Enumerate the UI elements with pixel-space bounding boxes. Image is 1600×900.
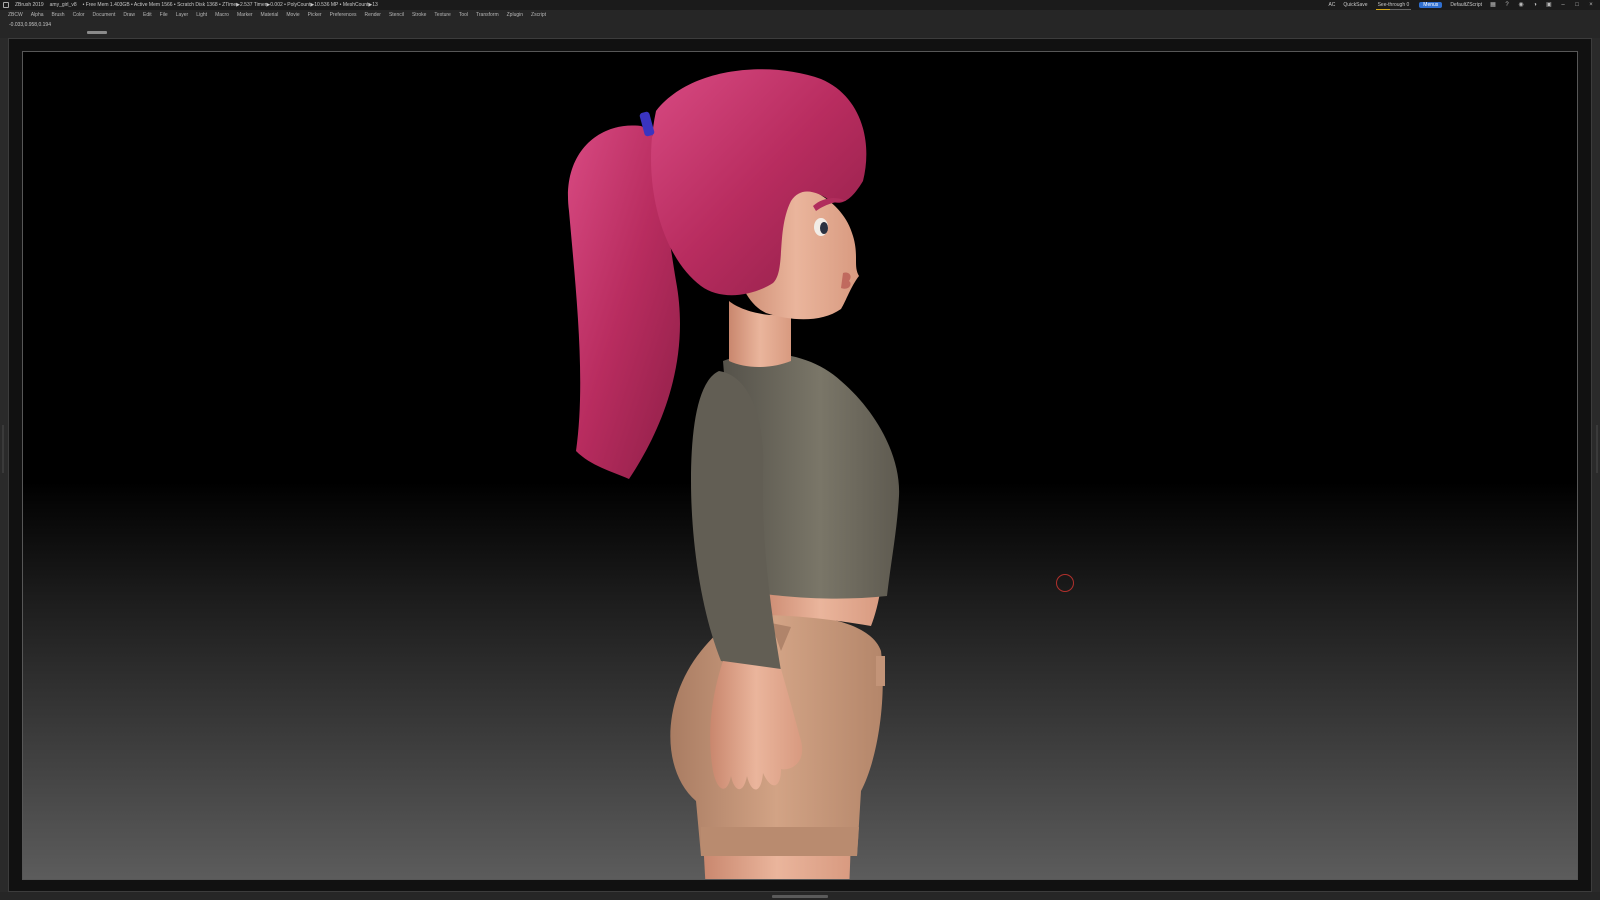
menu-item[interactable]: Texture — [434, 12, 450, 18]
menu-item[interactable]: Transform — [476, 12, 499, 18]
menu-item[interactable]: Preferences — [330, 12, 357, 18]
menu-item[interactable]: Draw — [123, 12, 135, 18]
viewport-canvas[interactable] — [22, 51, 1578, 880]
menu-item[interactable]: ZBCW — [8, 12, 23, 18]
zbrush-logo-icon — [3, 2, 9, 8]
lock-icon[interactable]: ▣ — [1546, 2, 1552, 8]
menu-item[interactable]: Stroke — [412, 12, 426, 18]
bottom-tray-handle[interactable] — [772, 895, 828, 898]
menu-item[interactable]: Stencil — [389, 12, 404, 18]
default-zscript-button[interactable]: DefaultZScript — [1450, 0, 1482, 10]
menu-item[interactable]: Light — [196, 12, 207, 18]
menu-item[interactable]: Render — [365, 12, 381, 18]
help-icon[interactable]: ? — [1504, 2, 1510, 8]
layout-icon[interactable]: ▦ — [1490, 2, 1496, 8]
menu-item[interactable]: Zplugin — [507, 12, 523, 18]
menus-button[interactable]: Menus — [1419, 2, 1443, 8]
menu-item[interactable]: Color — [73, 12, 85, 18]
title-bar: ZBrush 2019 amy_girl_v8 • Free Mem 1.403… — [0, 0, 1600, 10]
minimize-icon[interactable]: – — [1560, 2, 1566, 8]
theme-icon[interactable]: ◑ — [1532, 2, 1538, 8]
close-icon[interactable]: × — [1588, 2, 1594, 8]
palette-icon[interactable]: ◉ — [1518, 2, 1524, 8]
menu-item[interactable]: Tool — [459, 12, 468, 18]
coordinates-readout: -0.033,0.958,0.194 — [9, 22, 51, 28]
memory-stats: • Free Mem 1.403GB • Active Mem 1566 • S… — [82, 2, 378, 8]
bottom-bar — [0, 892, 1600, 900]
right-tray-handle[interactable] — [1596, 425, 1598, 473]
app-title: ZBrush 2019 — [15, 2, 44, 8]
menu-item[interactable]: Macro — [215, 12, 229, 18]
file-name: amy_girl_v8 — [49, 2, 77, 8]
menu-item[interactable]: Picker — [308, 12, 322, 18]
left-tray-handle[interactable] — [2, 425, 4, 473]
character-model — [567, 69, 900, 879]
menu-item[interactable]: Marker — [237, 12, 253, 18]
ac-button[interactable]: AC — [1328, 0, 1335, 10]
restore-icon[interactable]: □ — [1574, 2, 1580, 8]
main-menu-bar: ZBCW Alpha Brush Color Document Draw Edi… — [0, 10, 1600, 20]
menu-item[interactable]: Zscript — [531, 12, 546, 18]
menu-item[interactable]: Document — [93, 12, 116, 18]
menu-item[interactable]: Material — [261, 12, 279, 18]
menu-item[interactable]: Layer — [176, 12, 189, 18]
menu-item[interactable]: Edit — [143, 12, 152, 18]
menu-item[interactable]: File — [160, 12, 168, 18]
info-bar: -0.033,0.958,0.194 — [0, 20, 1600, 38]
menu-item[interactable]: Alpha — [31, 12, 44, 18]
brush-cursor-ring — [1056, 574, 1074, 592]
quicksave-button[interactable]: QuickSave — [1343, 0, 1367, 10]
see-through-slider[interactable]: See-through 0 — [1375, 0, 1412, 10]
shelf-scroll-handle[interactable] — [87, 31, 107, 34]
menu-item[interactable]: Movie — [286, 12, 299, 18]
menu-item[interactable]: Brush — [52, 12, 65, 18]
